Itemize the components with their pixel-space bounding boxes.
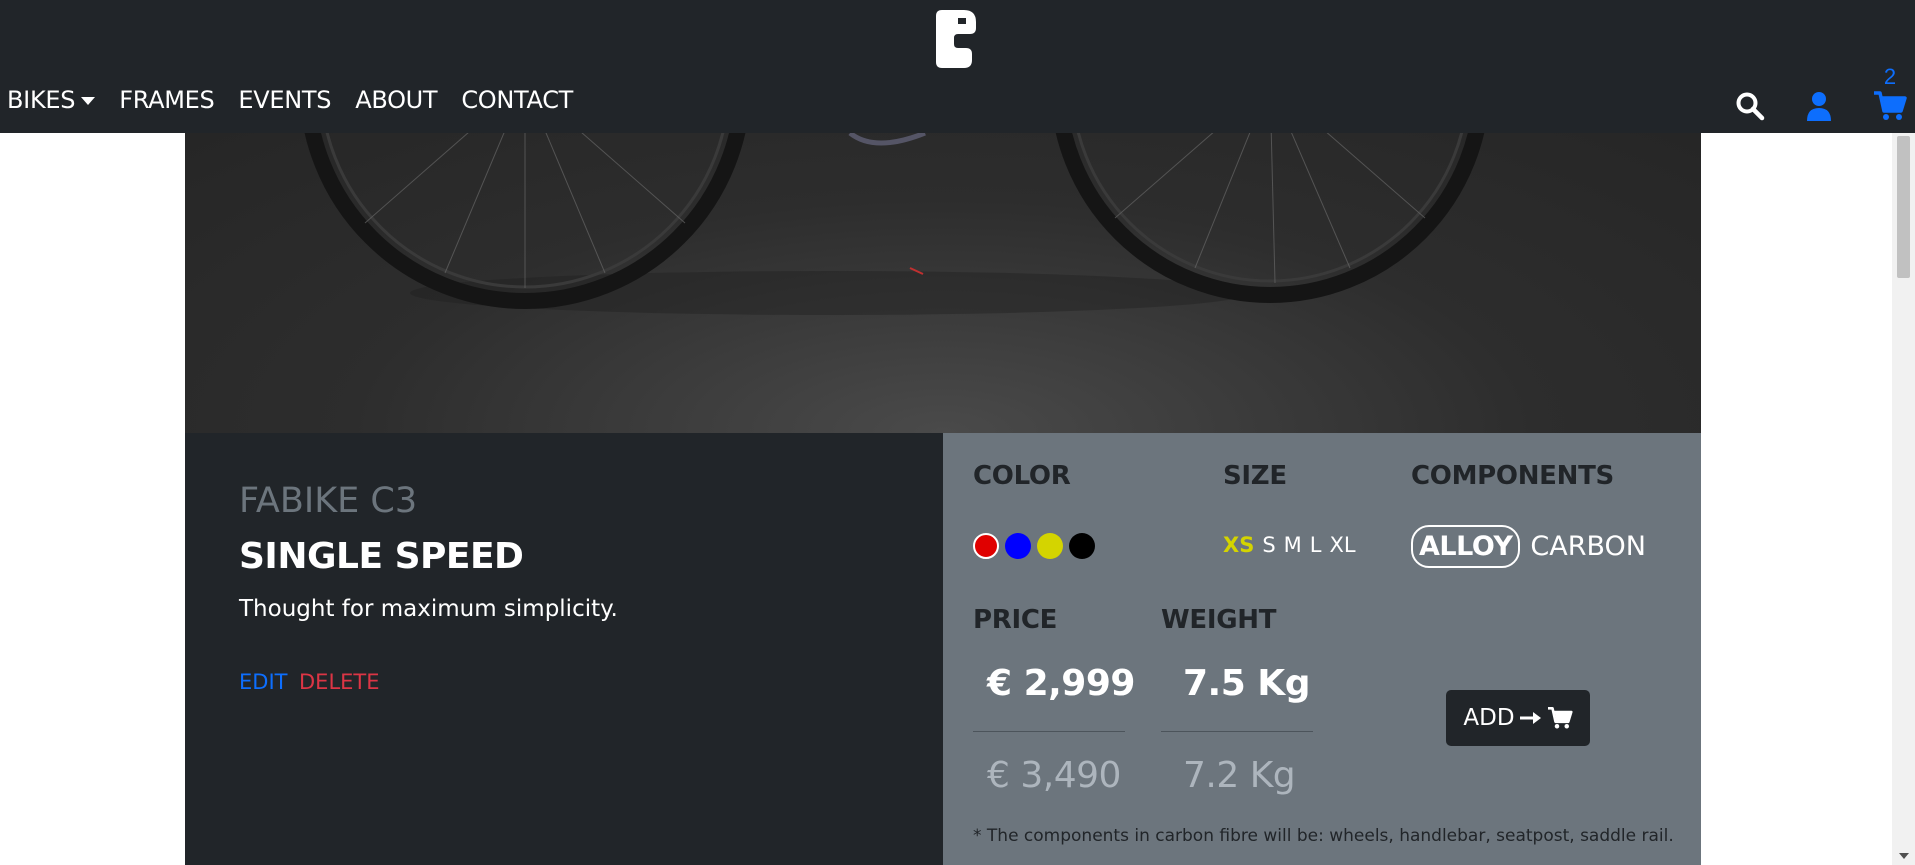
weight-divider [1161,731,1313,732]
nav-bikes-label: BIKES [7,86,76,114]
cart-count-badge: 2 [1883,64,1897,89]
price-alternative: € 3,490 [987,755,1121,796]
size-option-xs[interactable]: XS [1223,533,1254,557]
color-title: COLOR [973,461,1071,491]
size-title: SIZE [1223,461,1287,491]
main-nav: BIKES FRAMES EVENTS ABOUT CONTACT [7,86,597,114]
product-image [185,133,1701,433]
nav-bikes[interactable]: BIKES [7,86,96,114]
cart-icon[interactable] [1873,90,1907,122]
product-info-panel: FABIKE C3 SINGLE SPEED Thought for maxim… [185,433,943,865]
edit-link[interactable]: EDIT [239,670,287,694]
nav-about[interactable]: ABOUT [355,86,437,114]
add-to-cart-button[interactable]: ADD [1446,690,1590,746]
nav-frames[interactable]: FRAMES [119,86,215,114]
color-swatch-yellow[interactable] [1037,533,1063,559]
components-title: COMPONENTS [1411,461,1614,491]
fabike-logo-icon[interactable] [932,10,978,68]
nav-contact[interactable]: CONTACT [461,86,573,114]
color-swatches [973,533,1101,559]
cart-icon [1547,706,1573,729]
add-button-label: ADD [1463,705,1515,731]
nav-icons: 2 [1665,0,1915,133]
weight-current: 7.5 Kg [1183,663,1310,704]
search-icon[interactable] [1735,91,1765,121]
size-option-m[interactable]: M [1284,533,1302,557]
price-divider [973,731,1125,732]
weight-title: WEIGHT [1161,605,1277,635]
size-option-s[interactable]: S [1262,533,1275,557]
price-current: € 2,999 [987,663,1135,704]
user-icon[interactable] [1805,91,1833,121]
product-brand: FABIKE C3 [239,481,418,521]
carbon-components-note: * The components in carbon fibre will be… [973,826,1674,846]
product-tagline: Thought for maximum simplicity. [239,596,618,622]
product-config-panel: COLOR SIZE COMPONENTS XS S M L XL ALLOY … [943,433,1701,865]
size-option-l[interactable]: L [1310,533,1322,557]
color-swatch-black[interactable] [1069,533,1095,559]
arrow-right-icon [1519,712,1541,724]
delete-link[interactable]: DELETE [299,670,380,694]
size-options: XS S M L XL [1223,533,1364,557]
chevron-down-icon [81,97,96,105]
color-swatch-red[interactable] [973,533,999,559]
price-title: PRICE [973,605,1058,635]
component-option-carbon[interactable]: CARBON [1530,531,1646,562]
bike-wheels-image [304,133,1485,315]
weight-alternative: 7.2 Kg [1183,755,1296,796]
size-option-xl[interactable]: XL [1330,533,1356,557]
product-model: SINGLE SPEED [239,536,524,577]
component-option-alloy[interactable]: ALLOY [1411,525,1521,568]
scrollbar-thumb[interactable] [1897,136,1910,278]
navbar: BIKES FRAMES EVENTS ABOUT CONTACT 2 [0,0,1915,133]
nav-events[interactable]: EVENTS [238,86,331,114]
page-scrollbar[interactable] [1892,133,1915,865]
component-options: ALLOY CARBON [1411,525,1646,568]
scroll-down-arrow-icon[interactable] [1899,853,1909,859]
color-swatch-blue[interactable] [1005,533,1031,559]
